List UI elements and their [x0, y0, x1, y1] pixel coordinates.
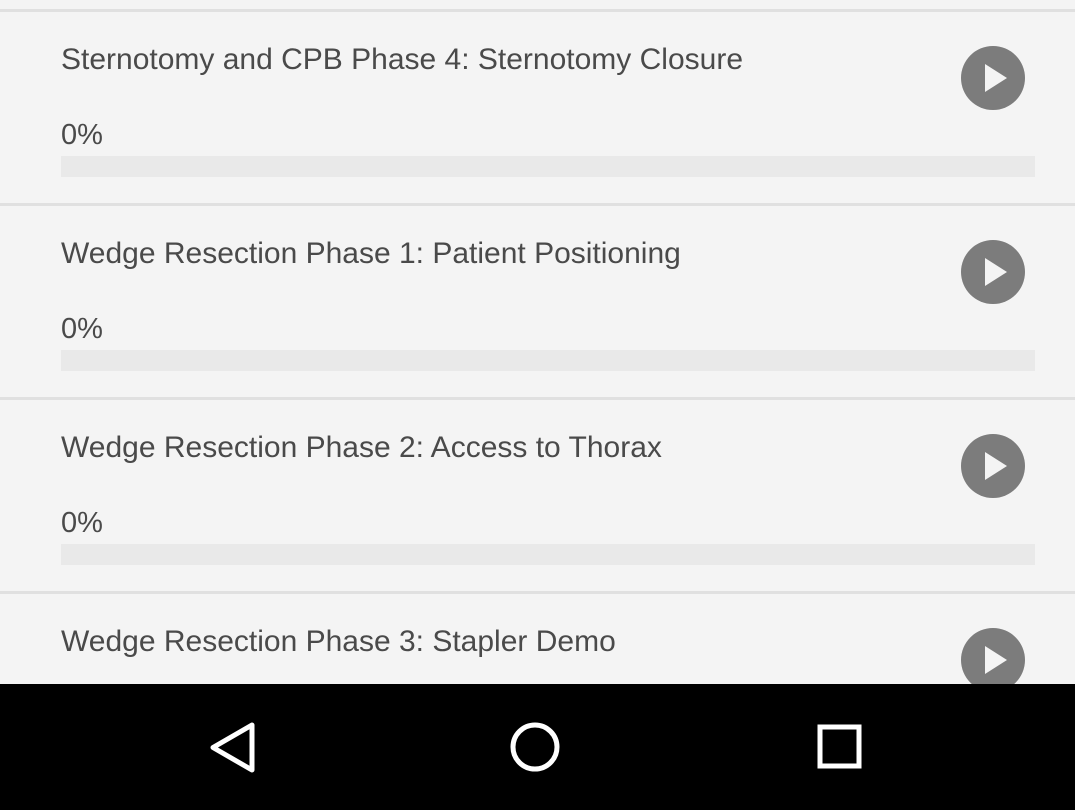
item-title: Wedge Resection Phase 1: Patient Positio… — [61, 237, 681, 270]
item-percent-label: 0% — [61, 119, 103, 151]
item-percent-label: 0% — [61, 313, 103, 345]
navigation-bar — [0, 684, 1075, 810]
back-triangle-icon — [210, 722, 255, 773]
play-button[interactable] — [961, 628, 1025, 684]
screen: Sternotomy and CPB Phase 4: Sternotomy C… — [0, 0, 1075, 810]
item-title: Sternotomy and CPB Phase 4: Sternotomy C… — [61, 43, 744, 76]
progress-bar — [61, 156, 1035, 177]
home-circle-icon — [510, 722, 560, 772]
item-title: Wedge Resection Phase 3: Stapler Demo — [61, 625, 616, 658]
list-item[interactable]: Wedge Resection Phase 3: Stapler Demo — [0, 594, 1075, 684]
play-icon — [985, 258, 1007, 286]
item-title: Wedge Resection Phase 2: Access to Thora… — [61, 431, 662, 464]
play-icon — [985, 64, 1007, 92]
list-item[interactable]: Sternotomy and CPB Phase 4: Sternotomy C… — [0, 12, 1075, 203]
play-icon — [985, 646, 1007, 674]
recents-button[interactable] — [804, 714, 874, 780]
play-button[interactable] — [961, 46, 1025, 110]
progress-bar — [61, 350, 1035, 371]
list-item[interactable]: Wedge Resection Phase 1: Patient Positio… — [0, 206, 1075, 397]
play-button[interactable] — [961, 434, 1025, 498]
back-button[interactable] — [200, 714, 270, 780]
progress-bar — [61, 544, 1035, 565]
list-item[interactable]: Wedge Resection Phase 2: Access to Thora… — [0, 400, 1075, 591]
play-button[interactable] — [961, 240, 1025, 304]
play-icon — [985, 452, 1007, 480]
home-button[interactable] — [500, 714, 570, 780]
recents-square-icon — [817, 724, 862, 769]
item-percent-label: 0% — [61, 507, 103, 539]
module-list: Sternotomy and CPB Phase 4: Sternotomy C… — [0, 0, 1075, 684]
